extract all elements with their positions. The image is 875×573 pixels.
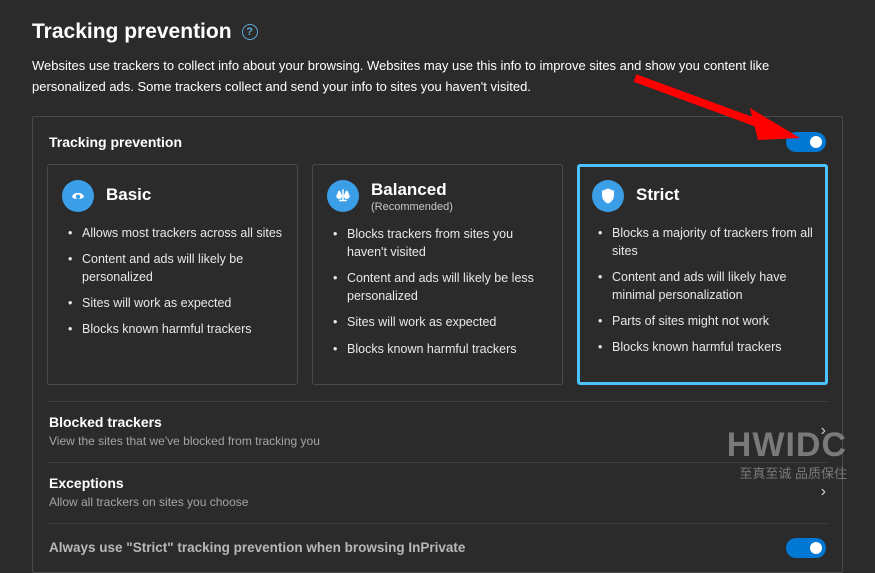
page-description: Websites use trackers to collect info ab… — [32, 56, 843, 98]
card-basic[interactable]: Basic Allows most trackers across all si… — [47, 164, 298, 385]
exceptions-title: Exceptions — [49, 475, 248, 491]
list-item: Blocks known harmful trackers — [331, 340, 548, 358]
list-item: Blocks known harmful trackers — [66, 320, 283, 338]
list-item: Blocks known harmful trackers — [596, 338, 813, 356]
exceptions-row[interactable]: Exceptions Allow all trackers on sites y… — [47, 462, 828, 523]
level-cards: Basic Allows most trackers across all si… — [47, 164, 828, 385]
basic-icon — [62, 180, 94, 212]
card-strict-title: Strict — [636, 185, 679, 205]
list-item: Content and ads will likely have minimal… — [596, 268, 813, 304]
chevron-right-icon: › — [821, 422, 826, 440]
card-balanced[interactable]: Balanced (Recommended) Blocks trackers f… — [312, 164, 563, 385]
list-item: Sites will work as expected — [66, 294, 283, 312]
inprivate-strict-toggle[interactable] — [786, 538, 826, 558]
list-item: Blocks a majority of trackers from all s… — [596, 224, 813, 260]
card-balanced-subtitle: (Recommended) — [371, 201, 453, 213]
card-balanced-title: Balanced — [371, 180, 453, 200]
list-item: Content and ads will likely be personali… — [66, 250, 283, 286]
balanced-icon — [327, 180, 359, 212]
help-icon[interactable]: ? — [242, 24, 258, 40]
card-strict[interactable]: Strict Blocks a majority of trackers fro… — [577, 164, 828, 385]
tracking-prevention-toggle[interactable] — [786, 132, 826, 152]
blocked-trackers-title: Blocked trackers — [49, 414, 320, 430]
strict-icon — [592, 180, 624, 212]
tracking-prevention-panel: Tracking prevention Basic Allows most tr… — [32, 116, 843, 573]
list-item: Sites will work as expected — [331, 313, 548, 331]
exceptions-subtitle: Allow all trackers on sites you choose — [49, 495, 248, 509]
panel-label: Tracking prevention — [49, 134, 182, 150]
blocked-trackers-row[interactable]: Blocked trackers View the sites that we'… — [47, 401, 828, 462]
inprivate-strict-row: Always use "Strict" tracking prevention … — [47, 523, 828, 572]
page-title: Tracking prevention — [32, 20, 232, 44]
list-item: Content and ads will likely be less pers… — [331, 269, 548, 305]
inprivate-strict-title: Always use "Strict" tracking prevention … — [49, 540, 465, 555]
list-item: Blocks trackers from sites you haven't v… — [331, 225, 548, 261]
list-item: Parts of sites might not work — [596, 312, 813, 330]
list-item: Allows most trackers across all sites — [66, 224, 283, 242]
card-basic-title: Basic — [106, 185, 151, 205]
blocked-trackers-subtitle: View the sites that we've blocked from t… — [49, 434, 320, 448]
chevron-right-icon: › — [821, 483, 826, 501]
